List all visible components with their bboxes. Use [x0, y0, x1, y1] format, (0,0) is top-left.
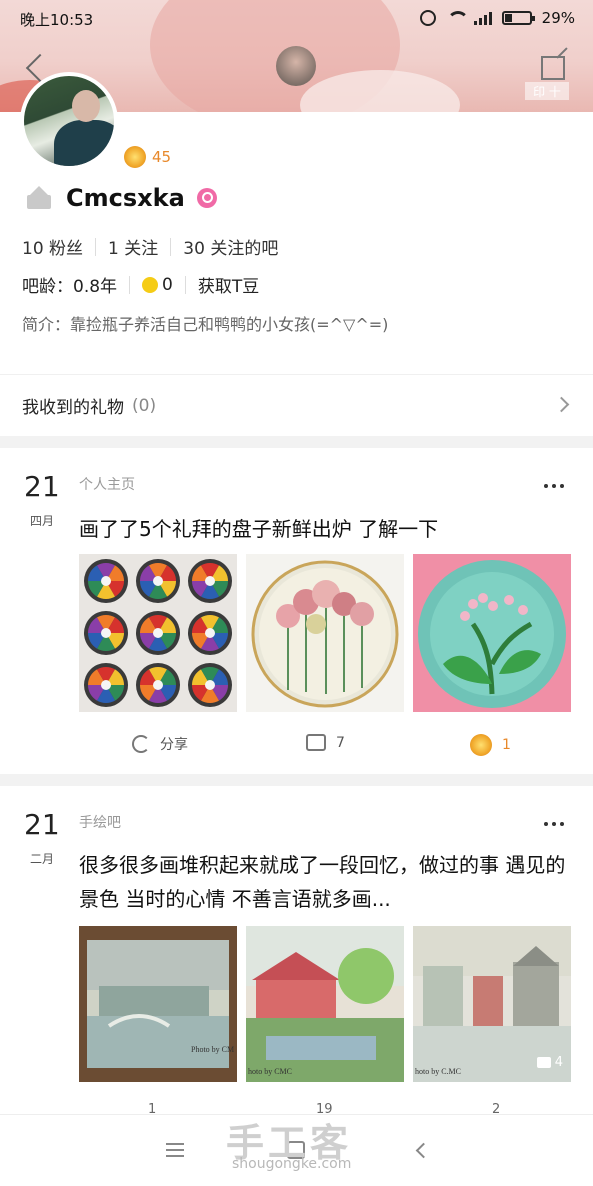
fans-link[interactable]: 10 粉丝	[22, 234, 83, 259]
account-info-row: 吧龄：0.8年 0 获取T豆	[22, 272, 259, 298]
t-bean-icon	[142, 276, 159, 293]
get-t-beans-link[interactable]: 获取T豆	[198, 272, 259, 297]
photo-credit: hoto by CMC	[248, 1067, 292, 1076]
username: Cmcsxka	[66, 184, 185, 212]
forum-age: 吧龄：0.8年	[22, 277, 118, 297]
avatar[interactable]	[20, 72, 118, 170]
battery-percent: 29%	[541, 9, 575, 27]
plate-center	[205, 576, 215, 586]
comment-button[interactable]: 7	[306, 734, 345, 751]
menu-icon[interactable]	[166, 1143, 184, 1157]
name-row: Cmcsxka	[24, 184, 217, 212]
post-forum[interactable]: 个人主页	[79, 474, 135, 494]
post-image[interactable]	[413, 554, 571, 712]
plate-center	[101, 680, 111, 690]
plate-center	[101, 576, 111, 586]
back-icon[interactable]	[415, 1142, 432, 1159]
section-divider	[0, 774, 593, 786]
post-title[interactable]: 画了了5个礼拜的盘子新鲜出炉 了解一下	[79, 512, 569, 546]
profile-stats: 10 粉丝 1 关注 30 关注的吧	[22, 234, 278, 259]
plate-center	[153, 680, 163, 690]
like-button[interactable]: 1	[470, 734, 511, 756]
following-link[interactable]: 1 关注	[108, 234, 158, 259]
painting-house-image: hoto by CMC	[246, 926, 404, 1082]
divider	[170, 237, 172, 256]
status-time: 晚上10:53	[20, 11, 94, 29]
post-image[interactable]: hoto by C.MC 4	[413, 926, 571, 1082]
alarm-icon	[419, 10, 436, 26]
gifts-row[interactable]: 我收到的礼物 (0)	[0, 374, 593, 436]
post-card[interactable]: 21 四月 个人主页 画了了5个礼拜的盘子新鲜出炉 了解一下 分享 7 1	[0, 448, 593, 774]
flower-icon	[124, 146, 146, 168]
comment-icon	[306, 734, 326, 751]
post-image[interactable]	[79, 554, 237, 712]
edit-icon[interactable]	[541, 56, 565, 80]
plate-center	[205, 628, 215, 638]
comment-count: 7	[336, 734, 345, 751]
post-day: 21	[24, 808, 60, 841]
plates-grid-image	[84, 559, 232, 707]
female-gender-icon	[196, 188, 217, 208]
plate-center	[153, 628, 163, 638]
share-label: 分享	[160, 737, 188, 753]
share-button[interactable]: 分享	[132, 734, 188, 754]
green-plate-image	[418, 560, 566, 708]
image-count-badge: 4	[536, 1055, 563, 1070]
watermark-url: shougongke.com	[232, 1156, 352, 1172]
image-icon	[536, 1057, 551, 1068]
signal-icon	[473, 11, 492, 25]
like-count: 1	[502, 737, 511, 753]
post-image[interactable]: Photo by CM	[79, 926, 237, 1082]
wifi-icon	[446, 11, 469, 25]
plate-center	[205, 680, 215, 690]
level-badge[interactable]: 45	[124, 146, 171, 168]
level-value: 45	[152, 148, 172, 166]
divider	[95, 237, 97, 256]
post-month: 二月	[30, 852, 55, 866]
more-icon[interactable]	[544, 484, 564, 488]
profile-intro: 简介：靠捡瓶子养活自己和鸭鸭的小女孩(=^▽^=)	[22, 315, 389, 334]
t-bean-count: 0	[162, 274, 173, 295]
flower-plate-image	[251, 560, 399, 708]
header-avatar[interactable]	[276, 46, 316, 86]
section-divider	[0, 436, 593, 448]
forums-link[interactable]: 30 关注的吧	[183, 234, 278, 259]
post-title[interactable]: 很多很多画堆积起来就成了一段回忆，做过的事 遇见的景色 当时的心情 不善言语就多…	[79, 848, 569, 916]
stamp-badge: 印 十	[525, 82, 569, 100]
gifts-count: (0)	[132, 395, 157, 416]
divider	[184, 275, 186, 294]
flower-like-icon	[470, 734, 492, 756]
chevron-right-icon	[553, 396, 570, 413]
post-card[interactable]: 21 二月 手绘吧 很多很多画堆积起来就成了一段回忆，做过的事 遇见的景色 当时…	[0, 786, 593, 1114]
status-bar: 晚上10:53 29%	[0, 0, 593, 36]
photo-credit: Photo by CM	[191, 1045, 234, 1054]
plate-center	[101, 628, 111, 638]
photo-credit: hoto by C.MC	[415, 1067, 461, 1076]
post-image[interactable]	[246, 554, 404, 712]
battery-icon	[501, 11, 535, 25]
gifts-label: 我收到的礼物	[22, 398, 124, 418]
share-icon	[132, 735, 150, 753]
plate-center	[153, 576, 163, 586]
post-image[interactable]: hoto by CMC	[246, 926, 404, 1082]
more-icon[interactable]	[544, 822, 564, 826]
crown-icon[interactable]	[24, 185, 54, 211]
post-month: 四月	[30, 514, 55, 528]
image-count: 4	[554, 1055, 563, 1070]
divider	[129, 275, 131, 294]
post-day: 21	[24, 470, 60, 503]
battery-level	[504, 14, 512, 22]
painting-bridge-image: Photo by CM	[87, 940, 234, 1068]
post-forum[interactable]: 手绘吧	[79, 812, 121, 832]
